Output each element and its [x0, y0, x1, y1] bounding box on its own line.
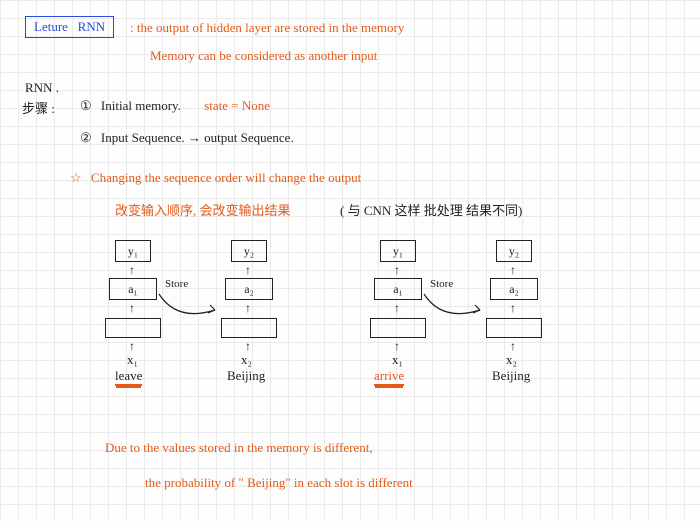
a1-box-r: a₁	[374, 278, 422, 300]
conclusion-line-2: the probability of " Beijing" in each sl…	[145, 475, 413, 491]
star-icon: ☆	[70, 170, 82, 185]
x2-empty-box-r	[486, 318, 542, 338]
y1-box-r: y₁	[380, 240, 416, 262]
beijing-label-right: Beijing	[492, 368, 530, 384]
y2-box-r: y₂	[496, 240, 532, 262]
conclusion-line-1: Due to the values stored in the memory i…	[105, 440, 373, 456]
x1-label-r: x₁	[392, 352, 403, 368]
store-arrow-icon	[157, 292, 227, 326]
step-1-text: Initial memory.	[101, 98, 181, 113]
section-rnn: RNN .	[25, 80, 59, 96]
beijing-label-left: Beijing	[227, 368, 265, 384]
note-chinese-paren: ( 与 CNN 这样 批处理 结果不同)	[340, 200, 522, 219]
diagram-left: y₁ a₁ x₁ leave Store y₂ a₂ x₂ Beijing	[115, 240, 335, 405]
arrow-icon	[510, 300, 516, 316]
store-label-left: Store	[165, 278, 188, 290]
intro-line-2: Memory can be considered as another inpu…	[150, 48, 377, 64]
intro-line-1: : the output of hidden layer are stored …	[130, 20, 404, 36]
note-chinese: 改变输入顺序, 会改变输出结果	[115, 200, 291, 219]
a2-box: a₂	[225, 278, 273, 300]
x2-empty-box	[221, 318, 277, 338]
y1-box: y₁	[115, 240, 151, 262]
lecture-topic: RNN	[78, 19, 105, 34]
diagram-right: y₁ a₁ x₁ arrive Store y₂ a₂ x₂ Beijing	[380, 240, 600, 405]
arrow-icon	[510, 262, 516, 278]
a2-box-r: a₂	[490, 278, 538, 300]
step-1-num: ①	[80, 98, 92, 113]
arrow-icon	[394, 262, 400, 278]
step-2-text: Input Sequence. → output Sequence.	[101, 130, 294, 145]
leave-label: leave	[115, 368, 142, 386]
x1-empty-box	[105, 318, 161, 338]
store-arrow-icon	[422, 292, 492, 326]
arrive-label: arrive	[374, 368, 404, 386]
x2-label: x₂	[241, 352, 252, 368]
note-english: Changing the sequence order will change …	[91, 170, 361, 185]
step-1-state: state = None	[204, 98, 270, 113]
lecture-title-box: Leture RNN	[25, 16, 114, 38]
x2-label-r: x₂	[506, 352, 517, 368]
step-2-num: ②	[80, 130, 92, 145]
x1-empty-box-r	[370, 318, 426, 338]
arrow-icon	[245, 300, 251, 316]
store-label-right: Store	[430, 278, 453, 290]
x1-label: x₁	[127, 352, 138, 368]
a1-box: a₁	[109, 278, 157, 300]
lecture-word: Leture	[34, 19, 68, 34]
arrow-icon	[245, 262, 251, 278]
arrow-icon	[129, 300, 135, 316]
y2-box: y₂	[231, 240, 267, 262]
arrow-icon	[129, 262, 135, 278]
arrow-icon	[394, 300, 400, 316]
section-steps: 步骤 :	[22, 98, 55, 117]
